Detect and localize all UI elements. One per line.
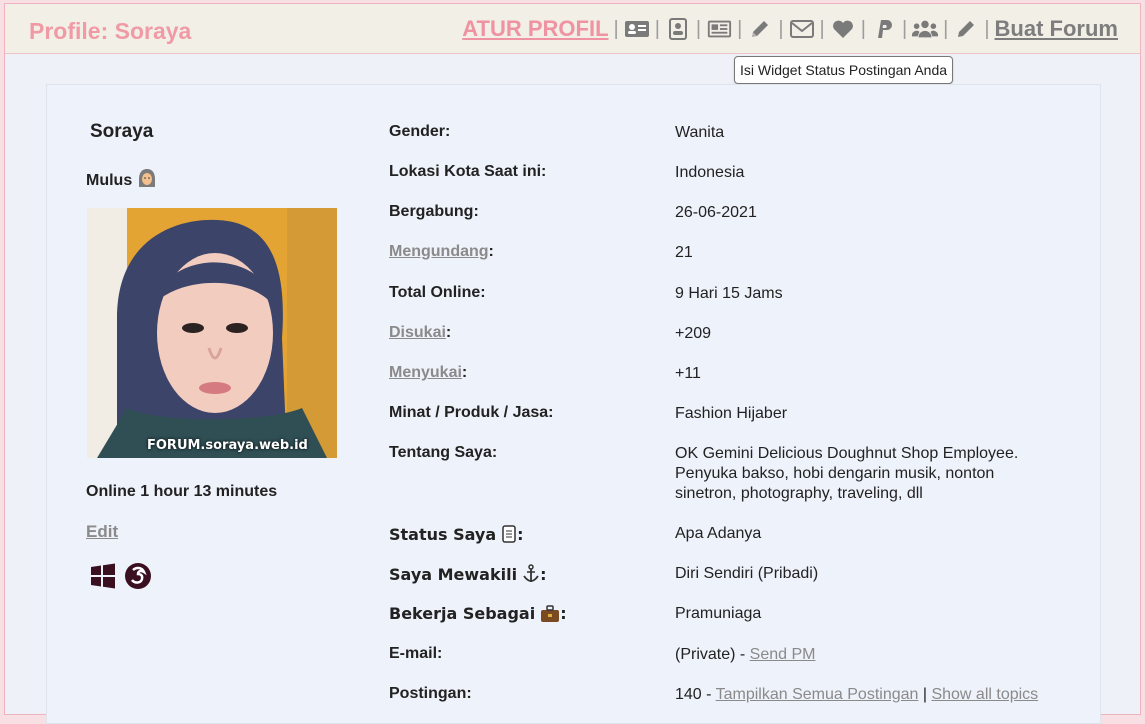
avatar: FORUM.soraya.web.id [87, 208, 337, 458]
paypal-icon[interactable] [871, 17, 897, 41]
windows-icon [90, 563, 116, 594]
online-time: Online 1 hour 13 minutes [86, 483, 278, 500]
all-posts-link[interactable]: Tampilkan Semua Postingan [716, 686, 919, 703]
edit-link[interactable]: Edit [86, 522, 118, 542]
envelope-icon[interactable] [789, 17, 815, 41]
avatar-watermark: FORUM.soraya.web.id [147, 438, 308, 453]
pencil-icon[interactable] [747, 17, 773, 41]
profile-nav: ATUR PROFIL | | | | | | | | | | Buat For… [462, 16, 1118, 42]
scroll-icon [501, 524, 517, 544]
tooltip: Isi Widget Status Postingan Anda [734, 56, 954, 84]
all-topics-link[interactable]: Show all topics [931, 686, 1038, 703]
firefox-icon [124, 562, 152, 595]
users-icon[interactable] [912, 17, 939, 41]
profile-panel: Soraya Mulus FORUM.soraya.web.id Online … [46, 84, 1101, 724]
atur-profil-link[interactable]: ATUR PROFIL [462, 16, 608, 42]
profile-header: Profile: Soraya ATUR PROFIL | | | | | | … [5, 4, 1140, 54]
profile-rank: Mulus [86, 168, 156, 193]
hijab-woman-icon [138, 168, 156, 193]
newspaper-icon[interactable] [706, 17, 732, 41]
page-frame: Profile: Soraya ATUR PROFIL | | | | | | … [4, 3, 1141, 724]
heart-icon[interactable] [830, 17, 856, 41]
pencil-icon[interactable] [953, 17, 979, 41]
id-card-icon[interactable] [624, 17, 650, 41]
os-icons [90, 562, 152, 595]
mengundang-link[interactable]: Mengundang [389, 243, 489, 261]
disukai-link[interactable]: Disukai [389, 324, 446, 342]
menyukai-link[interactable]: Menyukai [389, 364, 462, 382]
briefcase-icon [540, 604, 560, 623]
page-title: Profile: Soraya [29, 18, 192, 44]
anchor-icon [522, 564, 540, 584]
send-pm-link[interactable]: Send PM [750, 646, 816, 663]
contact-icon[interactable] [665, 17, 691, 41]
buat-forum-link[interactable]: Buat Forum [995, 16, 1118, 42]
profile-name: Soraya [90, 121, 154, 142]
